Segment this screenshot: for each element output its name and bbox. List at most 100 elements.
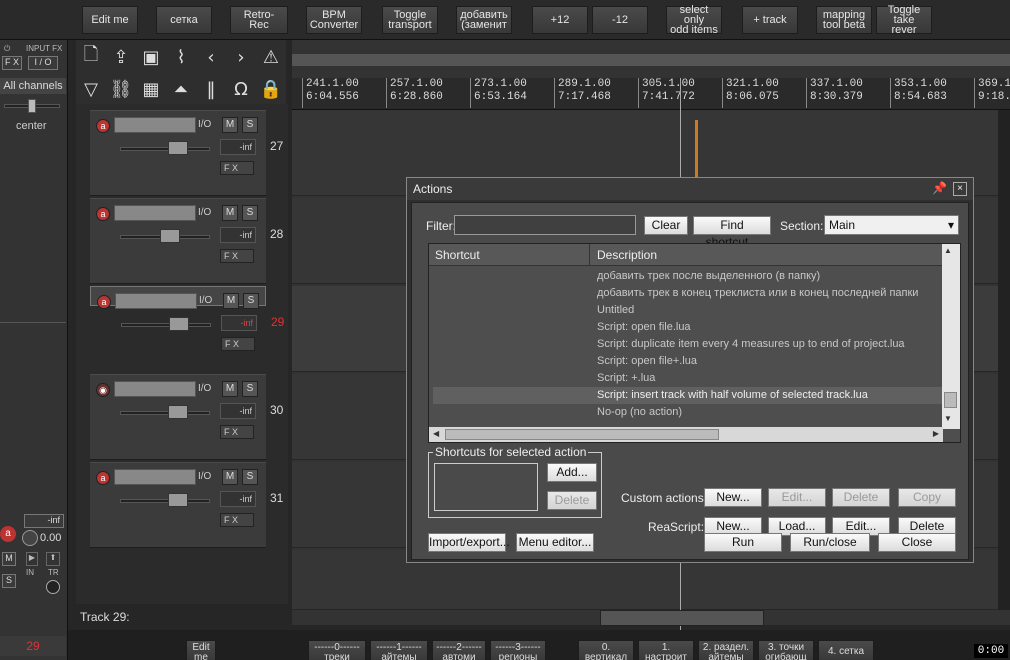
custom-delete-button[interactable]: Delete <box>832 488 890 507</box>
mute-button[interactable]: M <box>222 117 238 133</box>
scroll-left-icon[interactable]: ◀ <box>433 429 439 438</box>
solo-button[interactable]: S <box>242 205 258 221</box>
fx-button[interactable]: F X <box>221 337 255 351</box>
toolbar-button-add-track[interactable]: + track <box>742 6 798 34</box>
custom-edit-button[interactable]: Edit... <box>768 488 826 507</box>
list-item[interactable]: Script: duplicate item every 4 measures … <box>433 336 943 353</box>
toolbar-button-toggle-transport[interactable]: Toggle transport <box>382 6 438 34</box>
mute-button[interactable]: M <box>222 381 238 397</box>
master-mute-button[interactable]: M <box>2 552 16 566</box>
timeline-scroll-track[interactable] <box>292 54 1010 66</box>
save-project-icon[interactable]: ▣ <box>138 44 164 70</box>
volume-knob[interactable] <box>169 317 189 331</box>
list-item-selected[interactable]: Script: insert track with half volume of… <box>433 387 943 404</box>
section-select[interactable]: Main ▾ <box>824 215 959 235</box>
io-button[interactable]: I/O <box>198 383 211 394</box>
mute-button[interactable]: M <box>222 205 238 221</box>
list-item[interactable]: Script: open file+.lua <box>433 353 943 370</box>
mute-button[interactable]: M <box>222 469 238 485</box>
trim-icon[interactable]: ⬆ <box>46 552 60 566</box>
column-header-shortcut[interactable]: Shortcut <box>435 248 480 262</box>
track-name-field[interactable] <box>114 205 196 221</box>
track-name-field[interactable] <box>114 117 196 133</box>
volume-slider[interactable] <box>120 147 210 151</box>
bottom-button-split-items[interactable]: 2. раздел. айтемы <box>698 640 754 660</box>
track-row[interactable]: ◉ I/O M S -inf F X 30 <box>90 374 283 460</box>
toolbar-button-add-replace[interactable]: добавить (заменит <box>456 6 512 34</box>
mute-button[interactable]: M <box>223 293 239 309</box>
volume-slider[interactable] <box>121 323 211 327</box>
track-name-field[interactable] <box>114 469 196 485</box>
attach-icon[interactable]: ⌇ <box>168 44 194 70</box>
new-project-icon[interactable]: 🗋 <box>78 44 104 70</box>
list-item[interactable]: добавить трек после выделенного (в папку… <box>433 268 943 285</box>
fx-button[interactable]: F X <box>220 249 254 263</box>
horizontal-scrollbar-thumb[interactable] <box>600 610 764 626</box>
master-record-arm-icon[interactable]: a <box>0 526 16 542</box>
list-item[interactable]: No-op (no action) <box>433 404 943 421</box>
list-horizontal-scrollbar[interactable]: ◀ ▶ <box>429 427 943 442</box>
close-icon[interactable]: × <box>953 182 967 196</box>
volume-knob[interactable] <box>168 493 188 507</box>
pan-knob[interactable] <box>28 99 36 113</box>
volume-knob[interactable] <box>168 405 188 419</box>
record-arm-icon[interactable]: ◉ <box>96 383 110 397</box>
list-item[interactable]: Untitled <box>433 302 943 319</box>
bottom-button-edit-me[interactable]: Edit me <box>186 640 216 660</box>
toolbar-button-grid[interactable]: сетка <box>156 6 212 34</box>
open-project-icon[interactable]: ⇪ <box>108 44 134 70</box>
markers-icon[interactable]: ‖ <box>198 76 224 102</box>
solo-button[interactable]: S <box>242 381 258 397</box>
master-volume-knob[interactable] <box>22 530 38 546</box>
master-fx-button[interactable]: F X <box>2 56 22 70</box>
record-arm-icon[interactable]: a <box>96 119 110 133</box>
bottom-button-envelope-points[interactable]: 3. точки огибающ <box>758 640 814 660</box>
phase-icon[interactable] <box>46 580 60 594</box>
scroll-right-icon[interactable]: ▶ <box>933 429 939 438</box>
metronome-icon[interactable]: ⚠ <box>258 44 284 70</box>
volume-slider[interactable] <box>120 499 210 503</box>
menu-editor-button[interactable]: Menu editor... <box>516 533 594 552</box>
redo-icon[interactable]: › <box>228 44 254 70</box>
volume-slider[interactable] <box>120 411 210 415</box>
toolbar-button-toggle-take-reverse[interactable]: Toggle take rever <box>876 5 932 36</box>
import-export-button[interactable]: Import/export... <box>428 533 510 552</box>
list-horizontal-scroll-thumb[interactable] <box>445 429 719 440</box>
toolbar-button-plus12[interactable]: +12 <box>532 6 588 34</box>
bottom-button-items[interactable]: ------1------ айтемы <box>370 640 428 660</box>
solo-button[interactable]: S <box>242 117 258 133</box>
toolbar-button-select-odd-items[interactable]: select only odd items <box>666 5 722 36</box>
scroll-up-icon[interactable]: ▲ <box>944 246 952 255</box>
vertical-scrollbar[interactable] <box>998 110 1010 610</box>
custom-new-button[interactable]: New... <box>704 488 762 507</box>
solo-button[interactable]: S <box>243 293 259 309</box>
track-row[interactable]: a I/O M S -inf F X 28 <box>90 198 283 284</box>
track-row-selected[interactable]: a I/O M S -inf F X 29 <box>90 286 284 351</box>
ripple-icon[interactable]: ▽ <box>78 76 104 102</box>
envelope-icon[interactable]: ⏶ <box>168 76 194 102</box>
track-name-field[interactable] <box>115 293 197 309</box>
io-button[interactable]: I/O <box>198 471 211 482</box>
toolbar-button-minus12[interactable]: -12 <box>592 6 648 34</box>
track-row[interactable]: a I/O M S -inf F X 31 <box>90 462 283 548</box>
track-row[interactable]: a I/O M S -inf F X 27 <box>90 110 283 196</box>
grid-icon[interactable]: ▦ <box>138 76 164 102</box>
master-io-button[interactable]: I / O <box>28 56 58 70</box>
run-close-button[interactable]: Run/close <box>790 533 870 552</box>
master-solo-button[interactable]: S <box>2 574 16 588</box>
pin-icon[interactable]: 📌 <box>932 181 947 195</box>
power-icon[interactable]: ⏻ <box>4 44 10 54</box>
shortcuts-list[interactable] <box>434 463 538 511</box>
record-arm-icon[interactable]: a <box>96 207 110 221</box>
fx-button[interactable]: F X <box>220 425 254 439</box>
delete-shortcut-button[interactable]: Delete <box>547 491 597 510</box>
bottom-button-settings[interactable]: 1. настроит <box>638 640 694 660</box>
link-icon[interactable]: ⛓ <box>108 76 134 102</box>
timeline-ruler[interactable]: 241.1.00 6:04.556 257.1.00 6:28.860 273.1.… <box>292 78 1010 110</box>
volume-knob[interactable] <box>168 141 188 155</box>
input-monitor-icon[interactable]: ▶ <box>26 552 38 566</box>
list-item[interactable]: Script: +.lua <box>433 370 943 387</box>
fx-button[interactable]: F X <box>220 513 254 527</box>
custom-copy-button[interactable]: Copy <box>898 488 956 507</box>
fx-button[interactable]: F X <box>220 161 254 175</box>
